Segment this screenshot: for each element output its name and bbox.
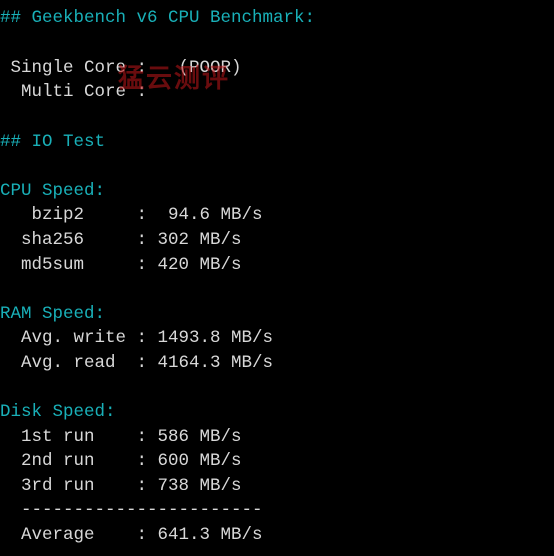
io-test-header: ## IO Test bbox=[0, 132, 106, 152]
single-core-line: Single Core : (POOR) bbox=[0, 58, 242, 78]
disk-speed-row: 2nd run : 600 MB/s bbox=[0, 451, 242, 471]
disk-speed-row: 3rd run : 738 MB/s bbox=[0, 476, 242, 496]
cpu-speed-header: CPU Speed: bbox=[0, 181, 106, 201]
disk-speed-divider: ----------------------- bbox=[0, 500, 263, 520]
ram-speed-header: RAM Speed: bbox=[0, 304, 106, 324]
terminal-window: ## Geekbench v6 CPU Benchmark: Single Co… bbox=[0, 0, 554, 556]
ram-speed-row: Avg. read : 4164.3 MB/s bbox=[0, 353, 274, 373]
ram-speed-row: Avg. write : 1493.8 MB/s bbox=[0, 328, 274, 348]
cpu-speed-row: sha256 : 302 MB/s bbox=[0, 230, 242, 250]
cpu-speed-row: bzip2 : 94.6 MB/s bbox=[0, 205, 263, 225]
cpu-speed-row: md5sum : 420 MB/s bbox=[0, 255, 242, 275]
disk-speed-row: 1st run : 586 MB/s bbox=[0, 427, 242, 447]
multi-core-line: Multi Core : bbox=[0, 82, 148, 102]
geekbench-header: ## Geekbench v6 CPU Benchmark: bbox=[0, 8, 316, 28]
disk-speed-header: Disk Speed: bbox=[0, 402, 116, 422]
disk-speed-average: Average : 641.3 MB/s bbox=[0, 525, 263, 545]
